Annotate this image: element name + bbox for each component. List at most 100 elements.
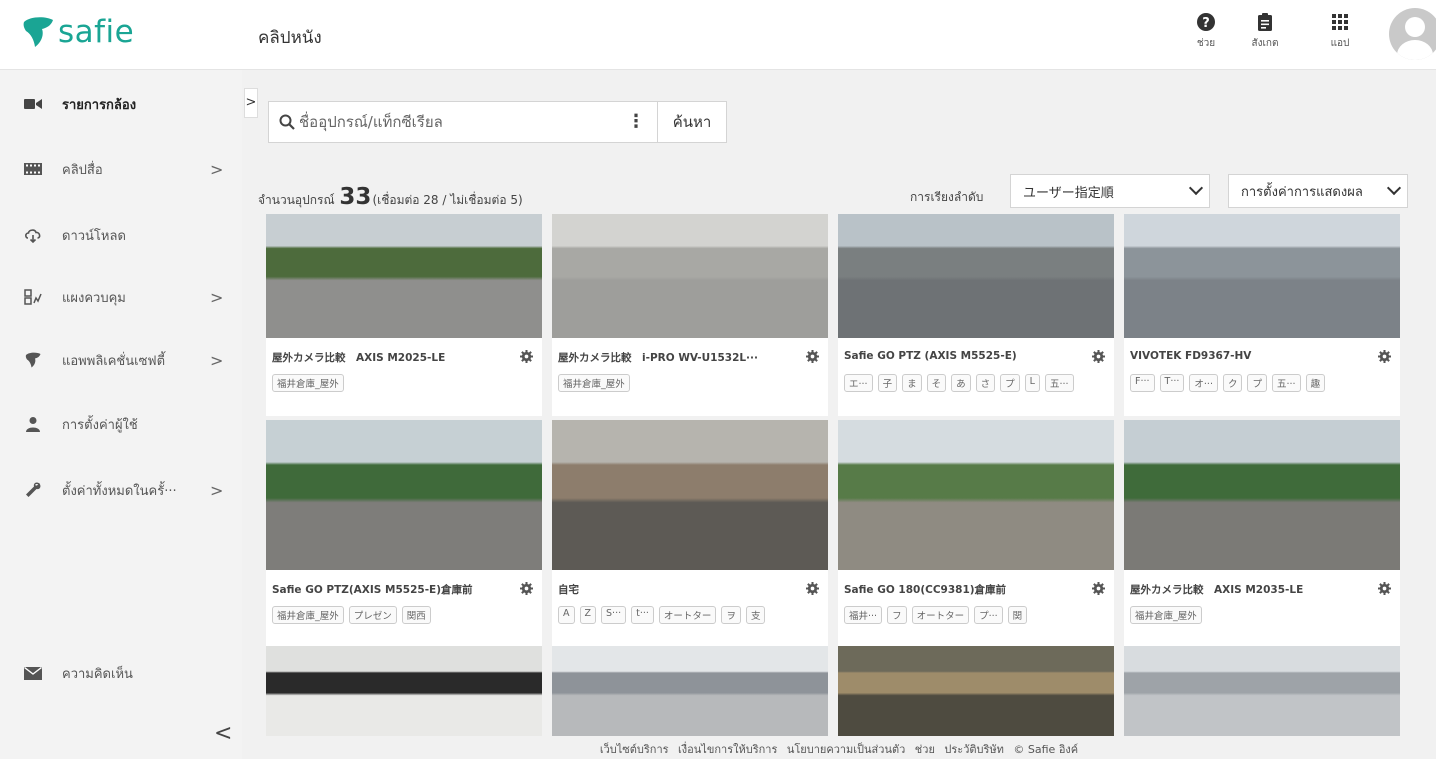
camera-card[interactable]: VIVOTEK FD9367-HV F··· T··· オ··· クプ五··· 趣 xyxy=(1124,214,1400,416)
camera-tag[interactable]: 福井倉庫_屋外 xyxy=(272,606,344,624)
settings-gear-icon[interactable] xyxy=(520,582,533,595)
camera-card[interactable] xyxy=(552,646,828,736)
sidebar-item-bulk-settings[interactable]: ตั้งค่าทั้งหมดในครั้··· > xyxy=(0,470,242,510)
apps-button[interactable]: แอป xyxy=(1312,12,1368,51)
camera-tag[interactable]: 趣 xyxy=(1305,374,1326,392)
camera-card[interactable] xyxy=(1124,646,1400,736)
camera-thumbnail[interactable] xyxy=(266,420,542,570)
camera-thumbnail[interactable] xyxy=(552,214,828,338)
film-icon xyxy=(24,160,42,178)
camera-tag[interactable]: ク xyxy=(1222,374,1243,392)
camera-thumbnail[interactable] xyxy=(552,646,828,736)
notes-button[interactable]: สังเกต xyxy=(1237,12,1293,51)
camera-tag[interactable]: 関 xyxy=(1007,606,1028,624)
camera-tag[interactable]: S··· xyxy=(601,606,627,624)
camera-card[interactable] xyxy=(838,646,1114,736)
footer-link-company[interactable]: ประวัติบริษัท xyxy=(944,743,1004,756)
sidebar-item-camera-list[interactable]: รายการกล้อง xyxy=(0,84,242,124)
camera-thumbnail[interactable] xyxy=(838,646,1114,736)
camera-tag[interactable]: フ xyxy=(887,606,907,624)
camera-tag[interactable]: 支 xyxy=(745,606,766,624)
camera-thumbnail[interactable] xyxy=(1124,646,1400,736)
search-icon xyxy=(279,114,295,130)
settings-gear-icon[interactable] xyxy=(1092,582,1105,595)
sidebar-item-user-settings[interactable]: การตั้งค่าผู้ใช้ xyxy=(0,404,242,444)
camera-card[interactable]: 自宅 A Z S··· t··· オートターヲ支 xyxy=(552,420,828,648)
footer-link-service-site[interactable]: เว็บไซต์บริการ xyxy=(600,743,669,756)
settings-gear-icon[interactable] xyxy=(806,582,819,595)
camera-card[interactable]: 屋外カメラ比較 i-PRO WV-U1532L··· 福井倉庫_屋外 xyxy=(552,214,828,416)
camera-tag[interactable]: オートター xyxy=(658,606,717,624)
camera-tag[interactable]: ヲ xyxy=(721,606,741,624)
camera-card[interactable] xyxy=(266,646,542,736)
camera-tag[interactable]: 福井··· xyxy=(844,606,883,624)
footer-link-terms[interactable]: เงื่อนไขการให้บริการ xyxy=(678,743,777,756)
camera-tag[interactable]: 関西 xyxy=(401,606,431,624)
user-avatar[interactable] xyxy=(1389,8,1436,60)
search-options-button[interactable]: ⋮ xyxy=(627,111,645,132)
camera-tag[interactable]: プ xyxy=(1247,374,1267,392)
camera-tag[interactable]: オ··· xyxy=(1189,374,1218,392)
svg-text:?: ? xyxy=(1202,16,1210,31)
sidebar-label-safety-app: แอพพลิเคชั่นเซฟตี้ xyxy=(62,353,166,369)
camera-thumbnail[interactable] xyxy=(266,646,542,736)
search-input[interactable] xyxy=(269,103,599,141)
settings-gear-icon[interactable] xyxy=(520,350,533,363)
device-count-detail: (เชื่อมต่อ 28 / ไม่เชื่อมต่อ 5) xyxy=(372,193,523,207)
camera-tag[interactable]: エ··· xyxy=(844,374,873,392)
sidebar-item-dashboard[interactable]: แผงควบคุม > xyxy=(0,277,242,317)
display-settings-select[interactable]: การตั้งค่าการแสดงผล xyxy=(1228,174,1408,208)
camera-thumbnail[interactable] xyxy=(838,214,1114,338)
camera-card[interactable]: Safie GO PTZ(AXIS M5525-E)倉庫前 福井倉庫_屋外 プレゼン… xyxy=(266,420,542,648)
camera-card[interactable]: 屋外カメラ比較 AXIS M2025-LE 福井倉庫_屋外 xyxy=(266,214,542,416)
camera-tag[interactable]: 五··· xyxy=(1044,374,1074,392)
camera-card[interactable]: Safie GO PTZ (AXIS M5525-E) エ··· 子まそあさプ L 五·… xyxy=(838,214,1114,416)
camera-tag[interactable]: あ xyxy=(951,374,971,392)
sidebar-item-safety-app[interactable]: แอพพลิเคชั่นเซฟตี้ > xyxy=(0,340,242,380)
camera-tag[interactable]: A xyxy=(558,606,575,624)
sidebar-item-feedback[interactable]: ความคิดเห็น xyxy=(0,653,242,693)
camera-tag[interactable]: F··· xyxy=(1130,374,1155,392)
camera-tag[interactable]: t··· xyxy=(631,606,654,624)
settings-gear-icon[interactable] xyxy=(1378,350,1391,363)
camera-thumbnail[interactable] xyxy=(1124,420,1400,570)
camera-tag[interactable]: Z xyxy=(579,606,597,624)
camera-tag[interactable]: 子 xyxy=(877,374,898,392)
settings-gear-icon[interactable] xyxy=(806,350,819,363)
camera-tag[interactable]: さ xyxy=(975,374,996,392)
safie-logo[interactable]: safie xyxy=(20,14,134,50)
camera-tags: 福井倉庫_屋外 xyxy=(1130,606,1392,624)
camera-card[interactable]: Safie GO 180(CC9381)倉庫前福井··· フオートター プ··· 関 xyxy=(838,420,1114,648)
camera-tag[interactable]: プレゼン xyxy=(348,606,397,624)
settings-gear-icon[interactable] xyxy=(1092,350,1105,363)
display-settings-label: การตั้งค่าการแสดงผล xyxy=(1241,184,1363,200)
camera-tag[interactable]: 五··· xyxy=(1272,374,1301,392)
camera-tag[interactable]: L xyxy=(1024,374,1040,392)
help-button[interactable]: ? ช่วย xyxy=(1178,12,1234,51)
camera-tag[interactable]: プ··· xyxy=(974,606,1003,624)
footer-link-help[interactable]: ช่วย xyxy=(915,743,935,756)
app-window: safie คลิปหนัง ? ช่วย สังเกต แอป รายการก… xyxy=(0,0,1436,759)
search-button[interactable]: ค้นหา xyxy=(658,101,727,143)
camera-tag[interactable]: プ xyxy=(1000,374,1020,392)
sidebar-item-media-clips[interactable]: คลิปสื่อ > xyxy=(0,149,242,189)
camera-thumbnail[interactable] xyxy=(266,214,542,338)
expand-panel-button[interactable]: > xyxy=(244,88,258,118)
settings-gear-icon[interactable] xyxy=(1378,582,1391,595)
camera-tag[interactable]: 福井倉庫_屋外 xyxy=(1130,606,1202,624)
footer-link-privacy[interactable]: นโยบายความเป็นส่วนตัว xyxy=(787,743,905,756)
camera-tag[interactable]: ま xyxy=(902,374,922,392)
camera-tag[interactable]: T··· xyxy=(1159,374,1185,392)
camera-tag[interactable]: そ xyxy=(926,374,947,392)
camera-tag[interactable]: 福井倉庫_屋外 xyxy=(558,374,630,392)
sort-select[interactable]: ユーザー指定順 xyxy=(1010,174,1210,208)
sidebar-item-download[interactable]: ดาวน์โหลด xyxy=(0,215,242,255)
camera-card[interactable]: 屋外カメラ比較 AXIS M2035-LE 福井倉庫_屋外 xyxy=(1124,420,1400,648)
camera-thumbnail[interactable] xyxy=(1124,214,1400,338)
camera-thumbnail[interactable] xyxy=(838,420,1114,570)
collapse-sidebar-button[interactable]: < xyxy=(214,721,232,746)
camera-name: Safie GO 180(CC9381)倉庫前 xyxy=(844,584,1007,596)
camera-tag[interactable]: オートター xyxy=(911,606,970,624)
camera-tag[interactable]: 福井倉庫_屋外 xyxy=(272,374,344,392)
camera-thumbnail[interactable] xyxy=(552,420,828,570)
